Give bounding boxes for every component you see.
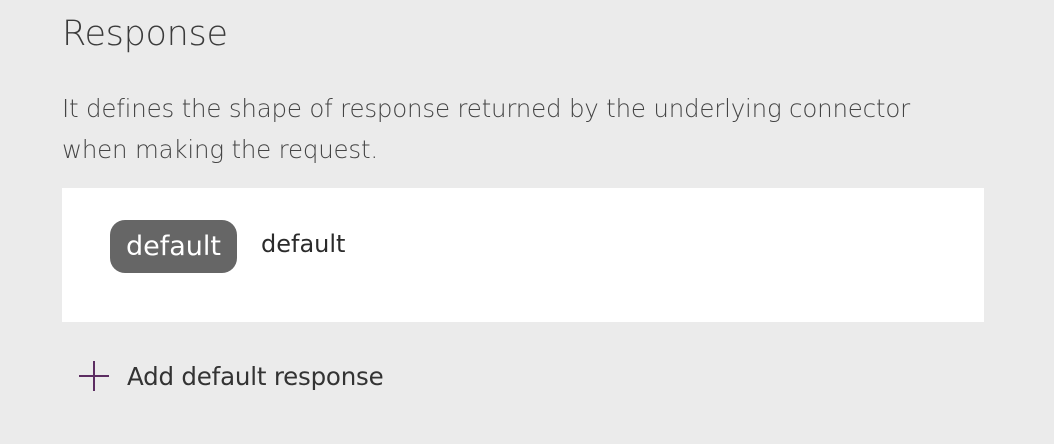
plus-icon: [79, 361, 109, 391]
section-title: Response: [62, 14, 228, 54]
section-description: It defines the shape of response returne…: [62, 94, 910, 164]
response-item-label: default: [261, 230, 346, 258]
response-list: default default: [62, 188, 984, 322]
response-item-default[interactable]: default default: [110, 220, 345, 273]
add-default-response-label: Add default response: [127, 361, 384, 391]
status-badge: default: [110, 220, 238, 273]
add-default-response-button[interactable]: Add default response: [78, 360, 384, 392]
